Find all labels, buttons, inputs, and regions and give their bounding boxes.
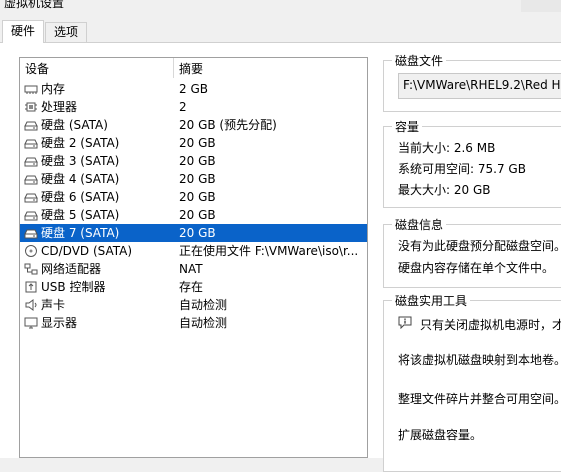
hard-disk-icon [24,139,38,149]
device-row[interactable]: 网络适配器 NAT [20,260,367,278]
device-row[interactable]: CD/DVD (SATA) 正在使用文件 F:\VMWare\iso\r... [20,242,367,260]
column-header-summary[interactable]: 摘要 [179,60,203,78]
disk-file-path[interactable]: F:\VMWare\RHEL9.2\Red Hat [398,73,561,99]
device-summary: 2 GB [179,82,208,96]
device-summary: NAT [179,262,203,276]
device-row[interactable]: 硬盘 4 (SATA) 20 GB [20,170,367,188]
expand-text: 扩展磁盘容量。 [398,428,483,442]
memory-icon [24,85,38,94]
capacity-group: 容量 当前大小: 2.6 MB 系统可用空间: 75.7 GB 最大大小: 20… [383,118,561,208]
device-summary: 20 GB (预先分配) [179,118,277,132]
device-name: CD/DVD (SATA) [41,244,133,258]
device-row[interactable]: 硬盘 5 (SATA) 20 GB [20,206,367,224]
device-name: 硬盘 6 (SATA) [41,190,120,204]
device-row[interactable]: 内存 2 GB [20,80,367,98]
disk-utilities-group: 磁盘实用工具 只有关闭虚拟机电源时，才 将该虚拟机磁盘映射到本地卷。 整理文件碎… [383,292,561,472]
device-row[interactable]: 声卡 自动检测 [20,296,367,314]
device-name: 硬盘 7 (SATA) [41,226,120,240]
device-summary: 2 [179,100,187,114]
disk-info-line2: 硬盘内容存储在单个文件中。 [398,261,555,275]
device-name: 硬盘 5 (SATA) [41,208,120,222]
display-icon [24,317,38,329]
title-bar: 虚拟机设置 [0,0,561,14]
hard-disk-icon [24,121,38,131]
current-size-text: 当前大小: 2.6 MB [398,141,496,155]
hard-disk-icon [24,211,38,221]
map-disk-text: 将该虚拟机磁盘映射到本地卷。 [398,353,561,367]
device-row[interactable]: 硬盘 (SATA) 20 GB (预先分配) [20,116,367,134]
disk-utilities-legend: 磁盘实用工具 [392,292,471,309]
hard-disk-icon [24,229,38,239]
device-name: 声卡 [41,298,66,312]
column-divider[interactable] [173,58,174,78]
window-title: 虚拟机设置 [4,0,65,10]
device-summary: 20 GB [179,154,216,168]
disk-info-group: 磁盘信息 没有为此硬盘预分配磁盘空间。 硬盘内容存储在单个文件中。 [383,216,561,288]
device-row-selected[interactable]: 硬盘 7 (SATA) 20 GB [20,224,367,242]
usb-controller-icon [25,281,37,293]
disk-file-group: 磁盘文件 F:\VMWare\RHEL9.2\Red Hat [383,52,561,112]
defrag-text: 整理文件碎片并整合可用空间。 [398,392,561,406]
device-name: 网络适配器 [41,262,102,276]
cpu-icon [25,102,37,112]
device-summary: 20 GB [179,190,216,204]
device-row[interactable]: 硬盘 3 (SATA) 20 GB [20,152,367,170]
free-space-text: 系统可用空间: 75.7 GB [398,162,526,176]
device-row[interactable]: 显示器 自动检测 [20,314,367,332]
device-name: 处理器 [41,100,78,114]
device-row[interactable]: 硬盘 6 (SATA) 20 GB [20,188,367,206]
tab-hardware[interactable]: 硬件 [2,20,45,43]
power-off-note: 只有关闭虚拟机电源时，才 [420,318,561,332]
device-list[interactable]: 设备 摘要 内存 2 GB 处理器 2 硬盘 (SATA) 20 GB (预先分配) 硬盘 … [19,57,368,458]
disk-info-legend: 磁盘信息 [392,216,447,233]
column-header-device[interactable]: 设备 [25,60,49,78]
device-summary: 20 GB [179,226,216,240]
device-row[interactable]: 处理器 2 [20,98,367,116]
cd-dvd-icon [25,245,37,257]
hard-disk-icon [24,193,38,203]
hard-disk-icon [24,175,38,185]
device-name: USB 控制器 [41,280,106,294]
capacity-legend: 容量 [392,118,423,135]
device-summary: 20 GB [179,136,216,150]
tab-strip: 硬件 选项 [0,20,561,43]
device-row[interactable]: USB 控制器 存在 [20,278,367,296]
info-note-icon [398,316,412,329]
device-row[interactable]: 硬盘 2 (SATA) 20 GB [20,134,367,152]
disk-file-legend: 磁盘文件 [392,52,447,69]
disk-info-line1: 没有为此硬盘预分配磁盘空间。 [398,239,561,253]
device-summary: 自动检测 [179,316,228,330]
device-name: 硬盘 (SATA) [41,118,108,132]
sound-card-icon [25,299,37,311]
device-summary: 20 GB [179,208,216,222]
device-summary: 自动检测 [179,298,228,312]
tab-options[interactable]: 选项 [45,22,88,42]
device-name: 硬盘 4 (SATA) [41,172,120,186]
device-name: 硬盘 2 (SATA) [41,136,120,150]
device-summary: 正在使用文件 F:\VMWare\iso\r... [179,244,359,258]
device-summary: 存在 [179,280,204,294]
hard-disk-icon [24,157,38,167]
network-adapter-icon [24,263,38,275]
device-name: 内存 [41,82,66,96]
device-summary: 20 GB [179,172,216,186]
device-name: 硬盘 3 (SATA) [41,154,120,168]
title-bar-controls[interactable] [521,0,561,12]
device-name: 显示器 [41,316,78,330]
max-size-text: 最大大小: 20 GB [398,183,491,197]
